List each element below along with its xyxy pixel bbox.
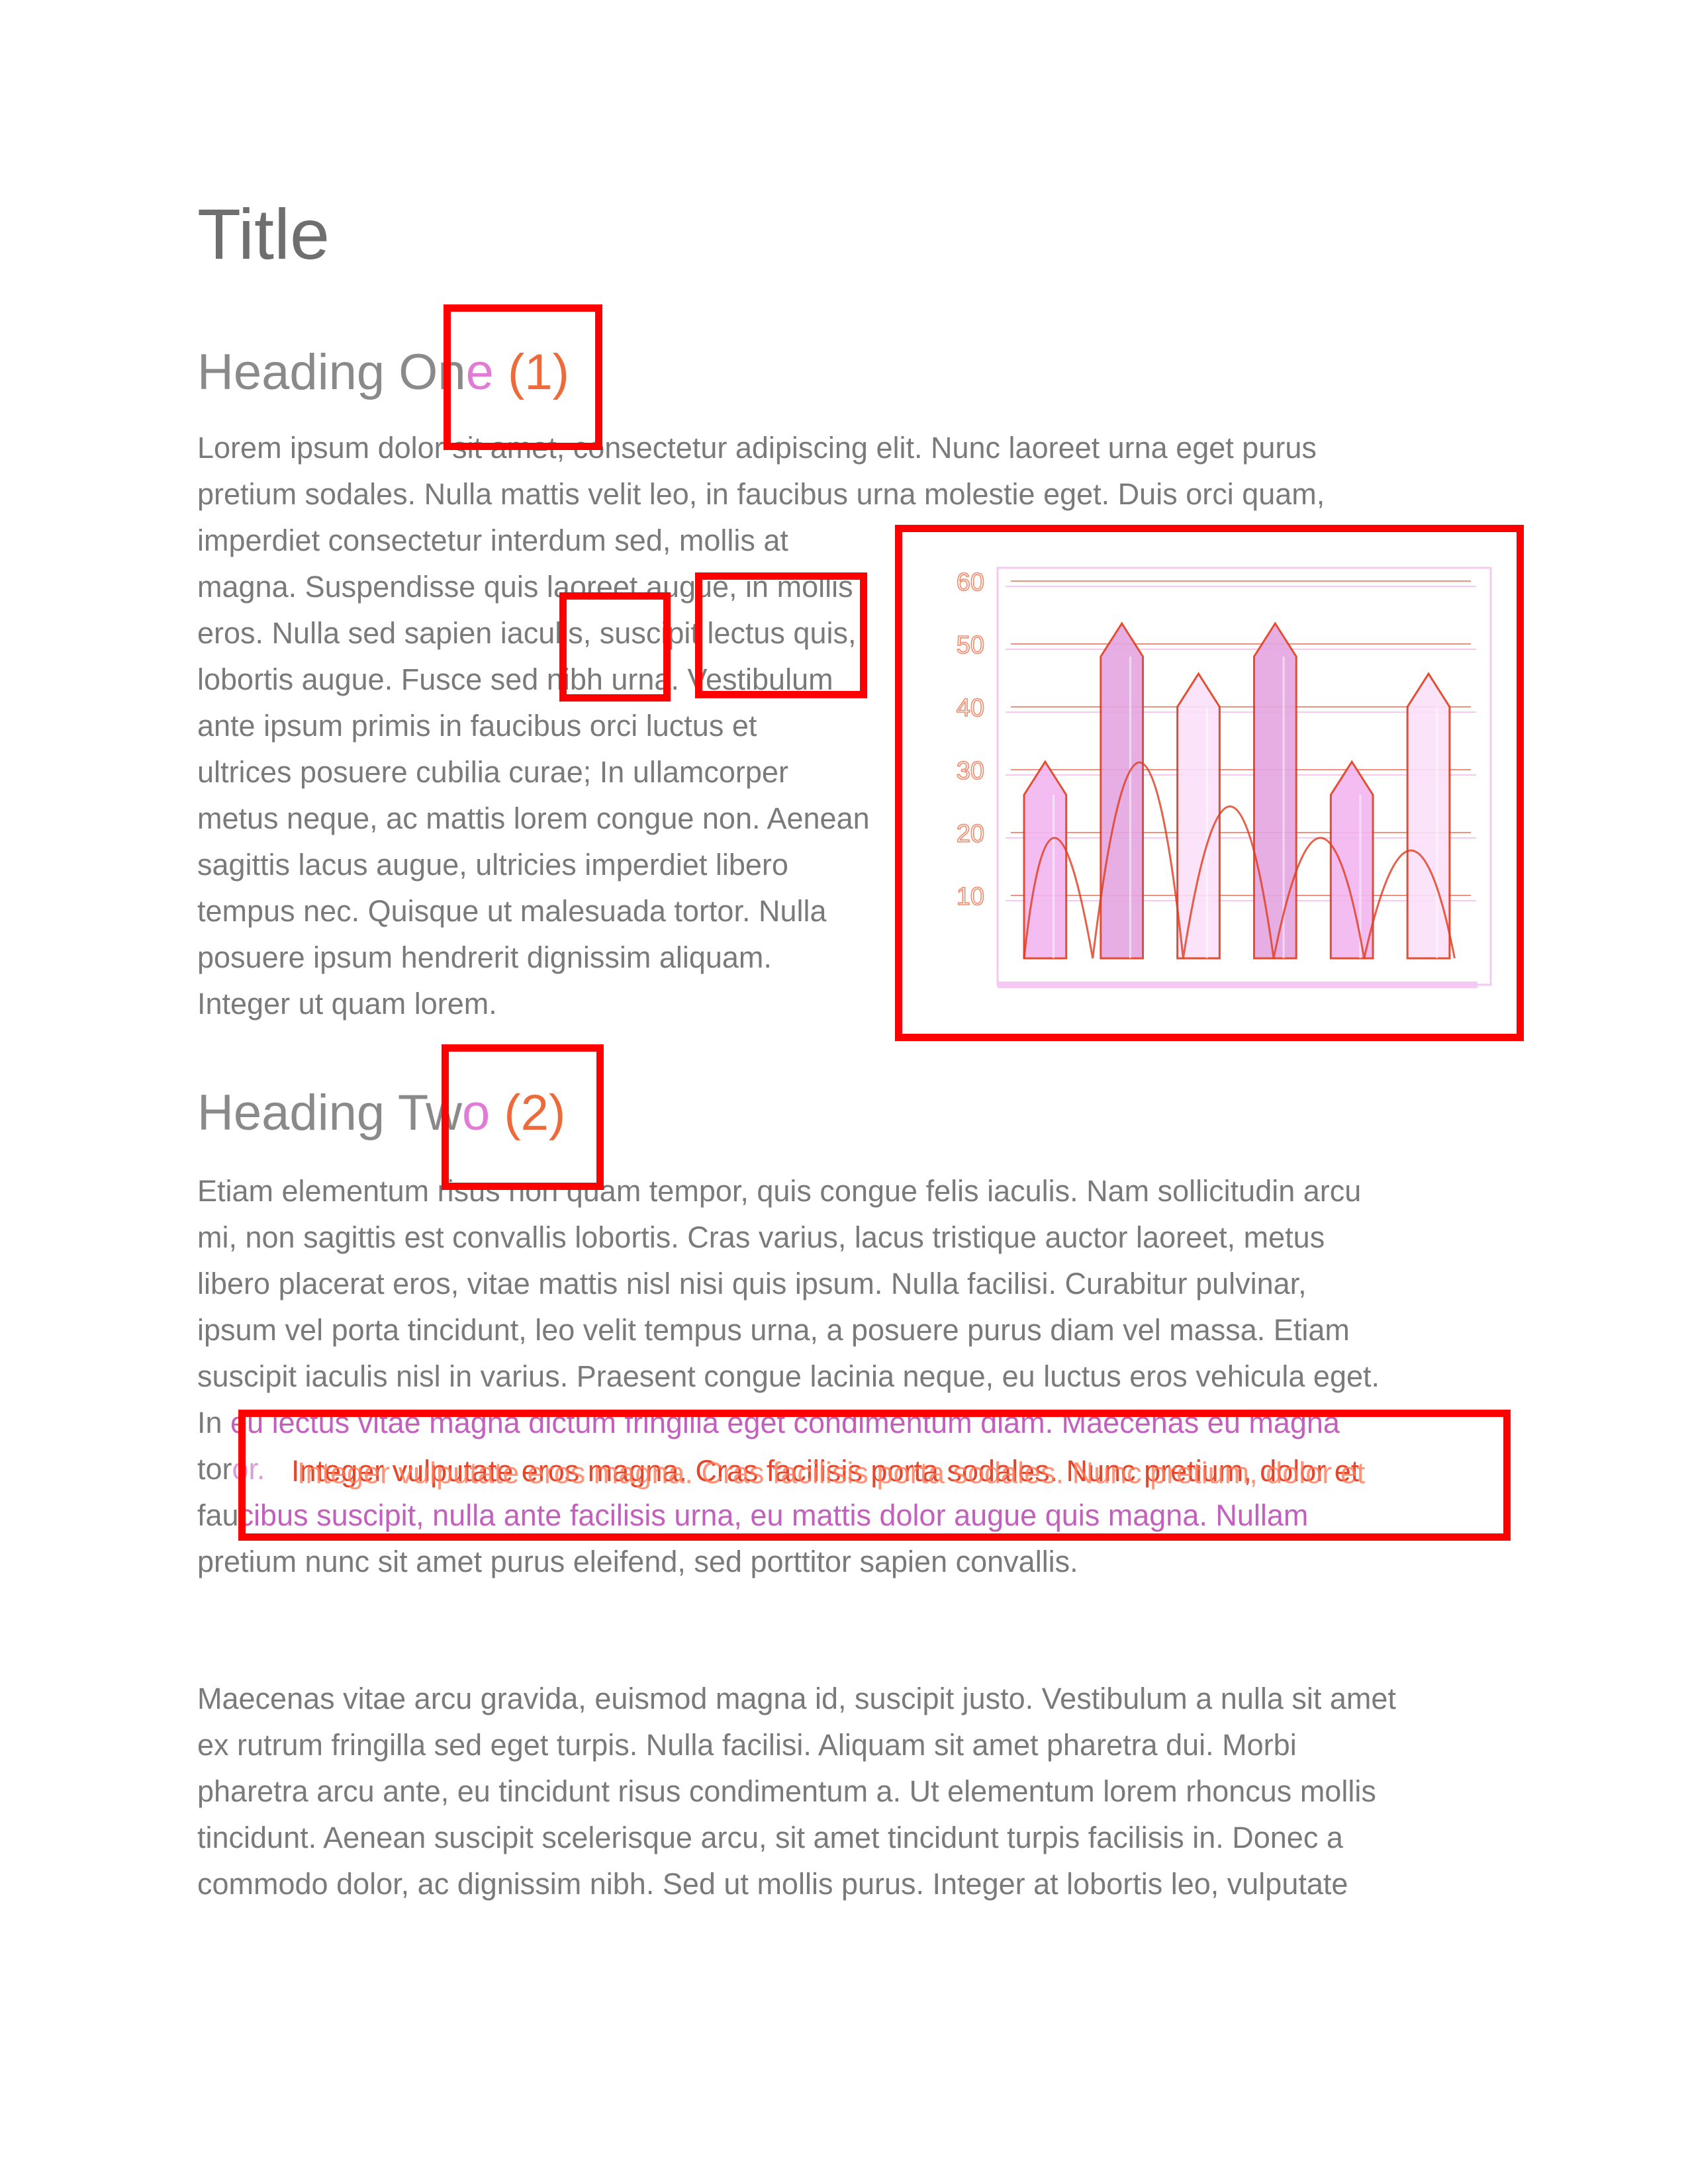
para3-line: ex rutrum fringilla sed eget turpis. Nul… [197,1728,1297,1762]
para2-line8-prefix: fau [197,1498,239,1532]
heading-one-text: Heading On [197,344,466,400]
para1-line: Lorem ipsum dolor sit amet, consectetur … [197,431,1317,465]
highlight-box-iaculis [559,592,671,702]
paragraph-three: Maecenas vitae arcu gravida, euismod mag… [197,1676,1521,1907]
para2-line7-prefix: tor [197,1452,232,1486]
highlight-box-chart [895,525,1524,1041]
para1-line: pretium sodales. Nulla mattis velit leo,… [197,477,1325,511]
para2-line: pretium nunc sit amet purus eleifend, se… [197,1545,1078,1578]
para2-line: ipsum vel porta tincidunt, leo velit tem… [197,1313,1350,1347]
heading-two-text: Heading Tw [197,1085,462,1141]
para2-line: libero placerat eros, vitae mattis nisl … [197,1267,1307,1300]
highlight-box-heading-two [442,1044,604,1190]
para2-line6-prefix: In [197,1406,231,1439]
document-title: Title [197,194,330,274]
highlight-box-suscipit [695,572,867,698]
para3-line: pharetra arcu ante, eu tincidunt risus c… [197,1774,1376,1808]
para3-line: commodo dolor, ac dignissim nibh. Sed ut… [197,1867,1348,1901]
para2-line: Etiam elementum risus non quam tempor, q… [197,1174,1362,1208]
highlight-box-overlap-line [238,1410,1511,1541]
para2-line: mi, non sagittis est convallis lobortis.… [197,1220,1325,1254]
para3-line: tincidunt. Aenean suscipit scelerisque a… [197,1821,1343,1854]
para3-line: Maecenas vitae arcu gravida, euismod mag… [197,1682,1396,1715]
para2-line: suscipit iaculis nisl in varius. Praesen… [197,1359,1380,1393]
highlight-box-heading-one [444,304,602,450]
